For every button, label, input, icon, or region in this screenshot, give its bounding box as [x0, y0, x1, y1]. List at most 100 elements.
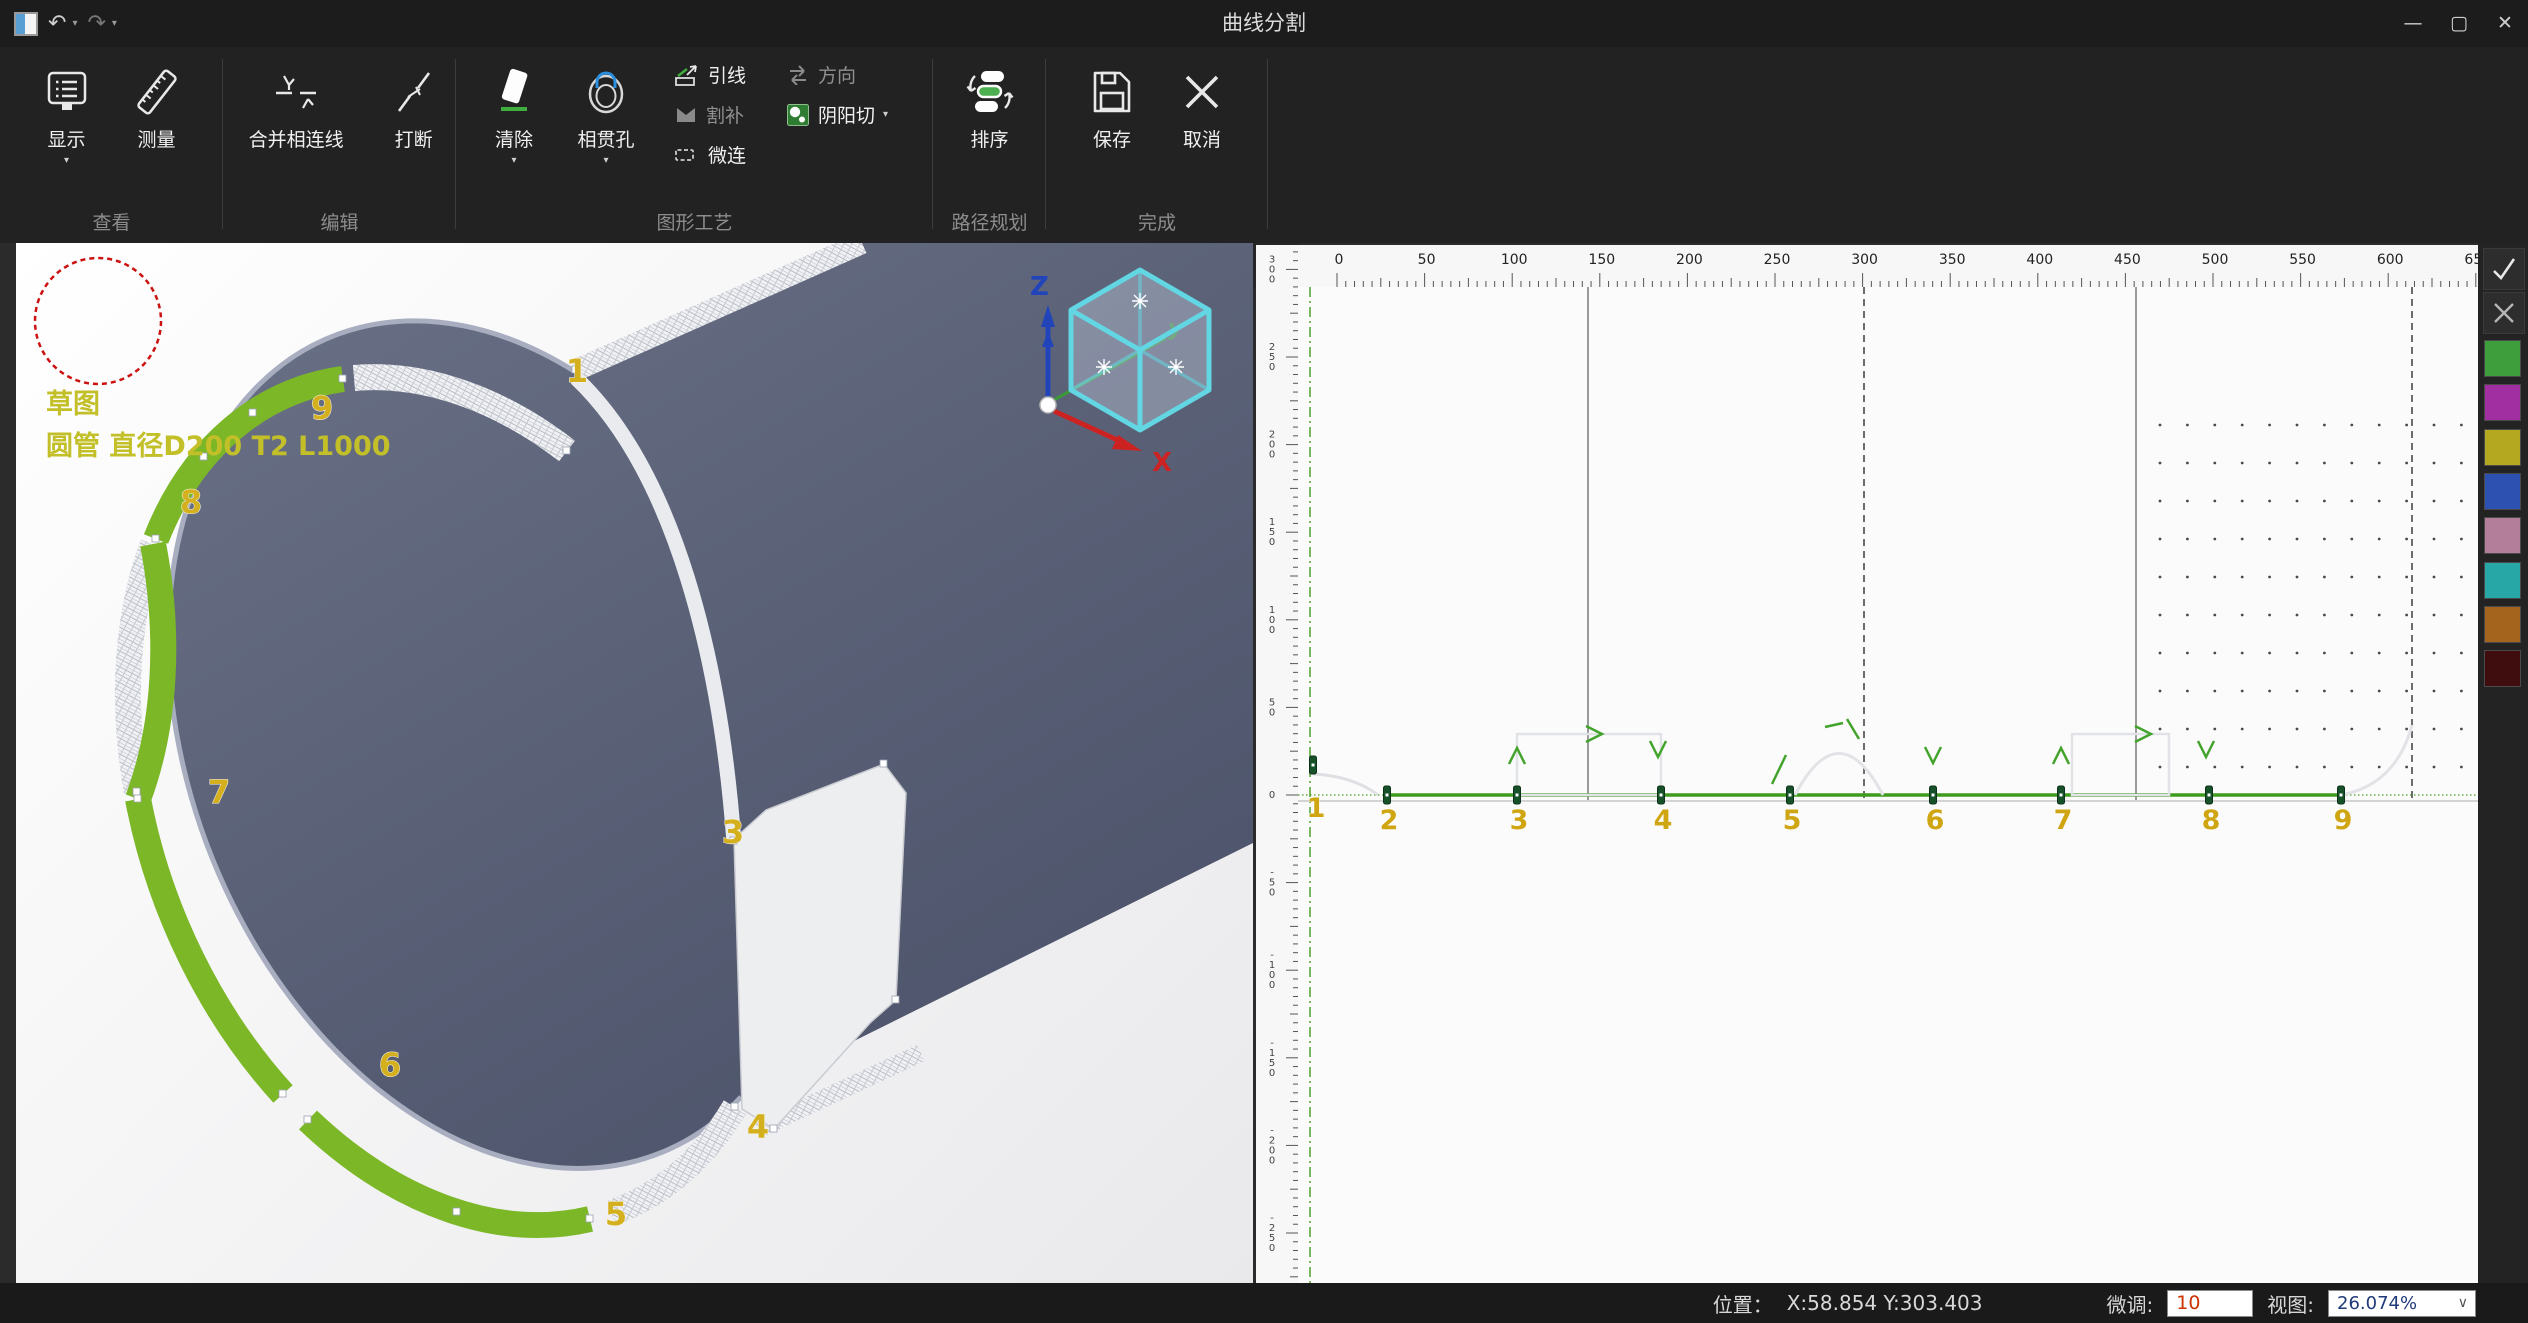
intersect-hole-button[interactable]: 相贯孔 ▾	[558, 53, 654, 167]
micro-joint-icon	[674, 145, 700, 165]
titlebar: ↶ ▾ ↷ ▾ 曲线分割 — ▢ ✕	[0, 0, 2528, 48]
svg-text:150: 150	[1588, 252, 1615, 268]
svg-text:550: 550	[2289, 252, 2316, 268]
annotation-pipe-spec: 圆管 直径D200 T2 L1000	[46, 431, 391, 462]
segment-number-label: 3	[722, 813, 744, 851]
sketch-circle-annotation	[35, 258, 161, 384]
minimize-button[interactable]: —	[2390, 0, 2436, 47]
curve-point-number: 6	[1926, 805, 1945, 836]
ruler-icon	[133, 61, 181, 123]
save-label: 保存	[1093, 125, 1131, 152]
curve-point-number: 5	[1783, 805, 1802, 836]
viewport-3d[interactable]: 草图 圆管 直径D200 T2 L1000 13456789 y	[16, 243, 1253, 1283]
dotted-grid	[2159, 424, 2463, 769]
svg-text:-150: -150	[1269, 1038, 1275, 1079]
sort-icon	[965, 61, 1015, 123]
micro-joint-label: 微连	[708, 141, 746, 168]
color-swatch[interactable]	[2484, 384, 2521, 421]
sort-button[interactable]: 排序	[946, 53, 1034, 207]
save-button[interactable]: 保存	[1068, 53, 1156, 207]
group-label-graphic-process: 图形工艺	[456, 208, 933, 235]
sort-label: 排序	[970, 125, 1008, 152]
svg-text:0: 0	[1269, 790, 1275, 801]
display-button[interactable]: 显示 ▾	[23, 53, 111, 207]
svg-text:250: 250	[1764, 252, 1791, 268]
color-swatch[interactable]	[2484, 650, 2521, 687]
intersect-hole-label: 相贯孔	[577, 125, 634, 152]
color-swatch[interactable]	[2484, 562, 2521, 599]
window-title: 曲线分割	[0, 0, 2528, 47]
svg-text:0: 0	[1335, 252, 1344, 268]
svg-text:-200: -200	[1269, 1125, 1275, 1166]
break-button[interactable]: 打断	[371, 53, 456, 207]
segment-number-label: 4	[747, 1108, 769, 1146]
break-icon	[390, 61, 438, 123]
cut-patch-button[interactable]: 割补	[674, 101, 744, 128]
zo​om-select[interactable]: 26.074% ∨	[2328, 1290, 2476, 1317]
discard-button[interactable]	[2483, 292, 2525, 334]
merge-lines-button[interactable]: 合并相连线	[223, 53, 369, 207]
curve-point-number: 8	[2202, 805, 2221, 836]
dropdown-caret-icon: ▾	[603, 155, 608, 167]
cancel-icon	[1178, 61, 1226, 123]
measure-label: 测量	[137, 125, 175, 152]
dropdown-caret-icon: ▾	[883, 109, 888, 121]
measure-button[interactable]: 测量	[113, 53, 201, 207]
view-label: 视图:	[2267, 1289, 2314, 1318]
svg-text:600: 600	[2377, 252, 2404, 268]
cancel-button[interactable]: 取消	[1158, 53, 1246, 207]
statusbar: 位置： X:58.854 Y:303.403 微调: 视图: 26.074% ∨	[0, 1283, 2528, 1323]
svg-text:-50: -50	[1269, 868, 1275, 899]
color-swatch[interactable]	[2484, 606, 2521, 643]
chevron-down-icon: ∨	[2458, 1295, 2468, 1311]
micro-joint-button[interactable]: 微连	[674, 141, 746, 168]
curve-point-number: 3	[1510, 805, 1529, 836]
check-icon	[2489, 254, 2519, 284]
svg-text:-250: -250	[1269, 1213, 1275, 1254]
curve-point-number: 9	[2334, 805, 2353, 836]
ribbon-group-edit: 合并相连线 打断 编辑	[223, 47, 456, 243]
segment-number-label: 1	[566, 352, 588, 390]
direction-chevrons	[1509, 719, 2214, 784]
color-swatch[interactable]	[2484, 340, 2521, 377]
merge-lines-icon	[272, 61, 320, 123]
svg-text:350: 350	[1939, 252, 1966, 268]
maximize-button[interactable]: ▢	[2436, 0, 2482, 47]
intersect-hole-icon	[582, 61, 630, 123]
x-axis-label: X	[1152, 448, 1172, 478]
ribbon-group-path-planning: 排序 路径规划	[933, 47, 1046, 243]
svg-text:300: 300	[1851, 252, 1878, 268]
color-swatch[interactable]	[2484, 517, 2521, 554]
svg-text:500: 500	[2202, 252, 2229, 268]
yin-yang-cut-icon	[786, 103, 810, 127]
yin-yang-cut-button[interactable]: 阴阳切 ▾	[786, 101, 888, 128]
direction-label: 方向	[818, 61, 856, 88]
yin-yang-cut-label: 阴阳切	[818, 101, 875, 128]
ribbon-group-finish: 保存 取消 完成	[1046, 47, 1268, 243]
canvas-2d[interactable]: 123456789	[1298, 287, 2478, 1283]
ribbon-toolbar: 显示 ▾ 测量 查看 合并相连线	[0, 47, 2528, 245]
nudge-input[interactable]	[2167, 1290, 2253, 1317]
svg-text:100: 100	[1501, 252, 1528, 268]
color-swatch[interactable]	[2484, 473, 2521, 510]
confirm-button[interactable]	[2483, 248, 2525, 290]
zoom-value: 26.074%	[2329, 1293, 2417, 1314]
cancel-label: 取消	[1183, 125, 1221, 152]
save-icon	[1088, 61, 1136, 123]
clear-button[interactable]: 清除 ▾	[470, 53, 558, 167]
merge-lines-label: 合并相连线	[249, 125, 344, 152]
color-swatch[interactable]	[2484, 429, 2521, 466]
direction-button[interactable]: 方向	[786, 61, 856, 88]
lead-line-button[interactable]: 引线	[674, 61, 746, 88]
group-label-edit: 编辑	[223, 208, 456, 235]
break-label: 打断	[395, 125, 433, 152]
eraser-icon	[490, 61, 538, 123]
curve-point-number: 4	[1654, 805, 1673, 836]
z-axis-label: Z	[1030, 272, 1049, 302]
ribbon-group-graphic-process: 清除 ▾ 相贯孔 ▾ 引线 方向 割补 阴阳切 ▾ 微	[456, 47, 933, 243]
svg-text:450: 450	[2114, 252, 2141, 268]
svg-text:200: 200	[1676, 252, 1703, 268]
group-label-finish: 完成	[1046, 208, 1268, 235]
clear-label: 清除	[495, 125, 533, 152]
close-button[interactable]: ✕	[2482, 0, 2528, 47]
